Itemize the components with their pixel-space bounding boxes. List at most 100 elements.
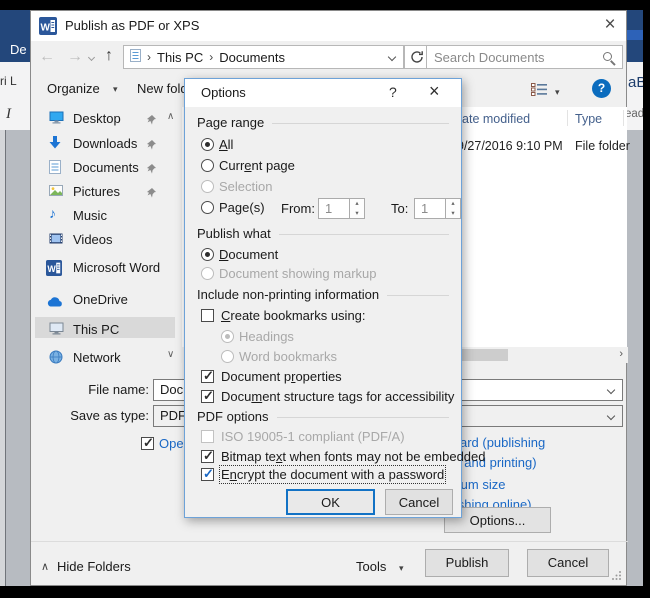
sidebar-item-music[interactable]: ♪ Music xyxy=(31,205,177,227)
sidebar-item-documents[interactable]: Documents xyxy=(31,158,177,179)
to-label: To: xyxy=(391,201,409,216)
page-range-group-heading: Page range xyxy=(197,115,449,130)
from-value[interactable]: 1 xyxy=(318,198,350,219)
back-icon[interactable]: ← xyxy=(39,48,55,66)
column-divider[interactable] xyxy=(623,110,624,126)
videos-icon xyxy=(49,232,63,247)
spin-down-icon[interactable]: ▾ xyxy=(446,209,460,219)
document-properties-checkbox[interactable] xyxy=(201,368,214,384)
spin-down-icon[interactable]: ▾ xyxy=(350,209,364,219)
sidebar-item-network[interactable]: Network xyxy=(31,348,177,369)
save-as-type-dropdown-chevron-icon[interactable] xyxy=(606,411,616,421)
file-row-date[interactable]: 9/27/2016 9:10 PM xyxy=(457,139,563,153)
document-structure-label[interactable]: Document structure tags for accessibilit… xyxy=(221,389,454,404)
tools-button[interactable]: Tools xyxy=(356,559,386,574)
sidebar-item-onedrive[interactable]: OneDrive xyxy=(31,290,177,311)
pdf-options-group-heading: PDF options xyxy=(197,409,449,424)
document-structure-checkbox[interactable] xyxy=(201,388,214,404)
cancel-button[interactable]: Cancel xyxy=(527,549,609,577)
address-bar[interactable]: › This PC › Documents xyxy=(123,45,404,69)
radio-document[interactable] xyxy=(201,248,214,261)
resize-grip[interactable] xyxy=(611,569,622,584)
breadcrumb-this-pc[interactable]: This PC xyxy=(157,50,203,65)
create-bookmarks-checkbox[interactable] xyxy=(201,309,214,322)
spin-up-icon[interactable]: ▴ xyxy=(350,199,364,209)
desktop-icon xyxy=(49,111,64,127)
radio-pages[interactable] xyxy=(201,201,214,214)
publish-button[interactable]: Publish xyxy=(425,549,509,577)
dialog-close-icon[interactable]: × xyxy=(429,81,440,102)
font-name-fragment: ri L xyxy=(0,74,17,88)
word-icon: W xyxy=(46,260,62,279)
search-input[interactable] xyxy=(426,45,623,69)
file-name-label: File name: xyxy=(88,382,149,397)
address-dropdown-chevron-icon[interactable] xyxy=(387,52,397,62)
bitmap-text-label[interactable]: Bitmap text when fonts may not be embedd… xyxy=(221,449,486,464)
downloads-icon xyxy=(49,136,61,152)
sidebar-scroll-down-icon[interactable]: ∨ xyxy=(167,349,174,360)
scroll-right-icon[interactable]: › xyxy=(619,348,623,360)
music-icon: ♪ xyxy=(49,205,56,221)
forward-icon[interactable]: → xyxy=(67,48,83,66)
network-icon xyxy=(49,350,63,367)
non-printing-group-heading: Include non-printing information xyxy=(197,287,449,302)
iso-compliant-label: ISO 19005-1 compliant (PDF/A) xyxy=(221,429,405,444)
file-row-type[interactable]: File folder xyxy=(575,139,630,153)
column-divider[interactable] xyxy=(567,110,568,126)
pin-icon xyxy=(147,162,156,177)
radio-document-label[interactable]: Document xyxy=(219,247,278,262)
up-icon[interactable]: ↑ xyxy=(105,47,113,65)
create-bookmarks-label[interactable]: Create bookmarks using: xyxy=(221,308,366,323)
breadcrumb-separator: › xyxy=(209,50,214,64)
radio-word-bookmarks xyxy=(221,350,234,363)
options-cancel-button[interactable]: Cancel xyxy=(385,489,453,515)
scrollbar-thumb[interactable] xyxy=(458,349,508,361)
encrypt-password-label[interactable]: Encrypt the document with a password xyxy=(218,465,447,484)
breadcrumb-documents[interactable]: Documents xyxy=(219,50,285,65)
sidebar-item-videos[interactable]: Videos xyxy=(31,230,177,251)
radio-pages-label[interactable]: Page(s) xyxy=(219,200,265,215)
sidebar-item-this-pc[interactable]: This PC xyxy=(31,320,177,341)
ok-button[interactable]: OK xyxy=(286,489,375,515)
sidebar-scroll-up-icon[interactable]: ∧ xyxy=(167,111,174,122)
help-icon[interactable]: ? xyxy=(592,79,611,98)
sidebar-item-pictures[interactable]: Pictures xyxy=(31,182,177,203)
open-after-publish-checkbox[interactable] xyxy=(141,435,154,451)
recent-locations-chevron-icon[interactable] xyxy=(87,53,96,62)
word-ribbon-tab-fragment: De xyxy=(10,42,27,57)
to-spinner[interactable]: 1 ▴ ▾ xyxy=(414,198,461,219)
bitmap-text-checkbox[interactable] xyxy=(201,448,214,464)
file-name-dropdown-chevron-icon[interactable] xyxy=(606,385,616,395)
sidebar-item-downloads[interactable]: Downloads xyxy=(31,134,177,155)
radio-all-label[interactable]: All xyxy=(219,137,233,152)
pin-icon xyxy=(147,113,156,128)
radio-all[interactable] xyxy=(201,138,214,151)
styles-gallery-fragment: aBb xyxy=(628,74,643,91)
pin-icon xyxy=(147,186,156,201)
pin-icon xyxy=(147,138,156,153)
column-header-type[interactable]: Type xyxy=(575,112,602,126)
close-icon[interactable]: × xyxy=(597,13,623,37)
radio-current-page-label[interactable]: Current page xyxy=(219,158,295,173)
from-spinner[interactable]: 1 ▴ ▾ xyxy=(318,198,365,219)
options-dialog-title: Options xyxy=(201,85,246,100)
radio-selection xyxy=(201,180,214,193)
radio-current-page[interactable] xyxy=(201,159,214,172)
hide-folders-chevron-icon: ∧ xyxy=(41,561,50,573)
dialog-help-icon[interactable]: ? xyxy=(389,84,397,100)
views-icon[interactable] xyxy=(531,83,548,99)
this-pc-icon xyxy=(49,322,64,338)
spin-up-icon[interactable]: ▴ xyxy=(446,199,460,209)
sidebar-item-microsoft-word[interactable]: W Microsoft Word xyxy=(31,258,177,279)
italic-button-fragment: I xyxy=(6,106,11,122)
footer-divider xyxy=(31,541,628,542)
organize-button[interactable]: Organize xyxy=(47,81,100,96)
views-dropdown-icon[interactable]: ▾ xyxy=(555,87,560,98)
encrypt-password-checkbox[interactable] xyxy=(201,466,214,482)
sidebar-item-desktop[interactable]: Desktop xyxy=(31,109,177,130)
to-value[interactable]: 1 xyxy=(414,198,446,219)
hide-folders-button[interactable]: Hide Folders xyxy=(57,559,131,574)
column-header-date-modified[interactable]: Date modified xyxy=(453,112,530,126)
document-properties-label[interactable]: Document properties xyxy=(221,369,342,384)
options-dialog-titlebar: Options ? × xyxy=(185,79,461,107)
